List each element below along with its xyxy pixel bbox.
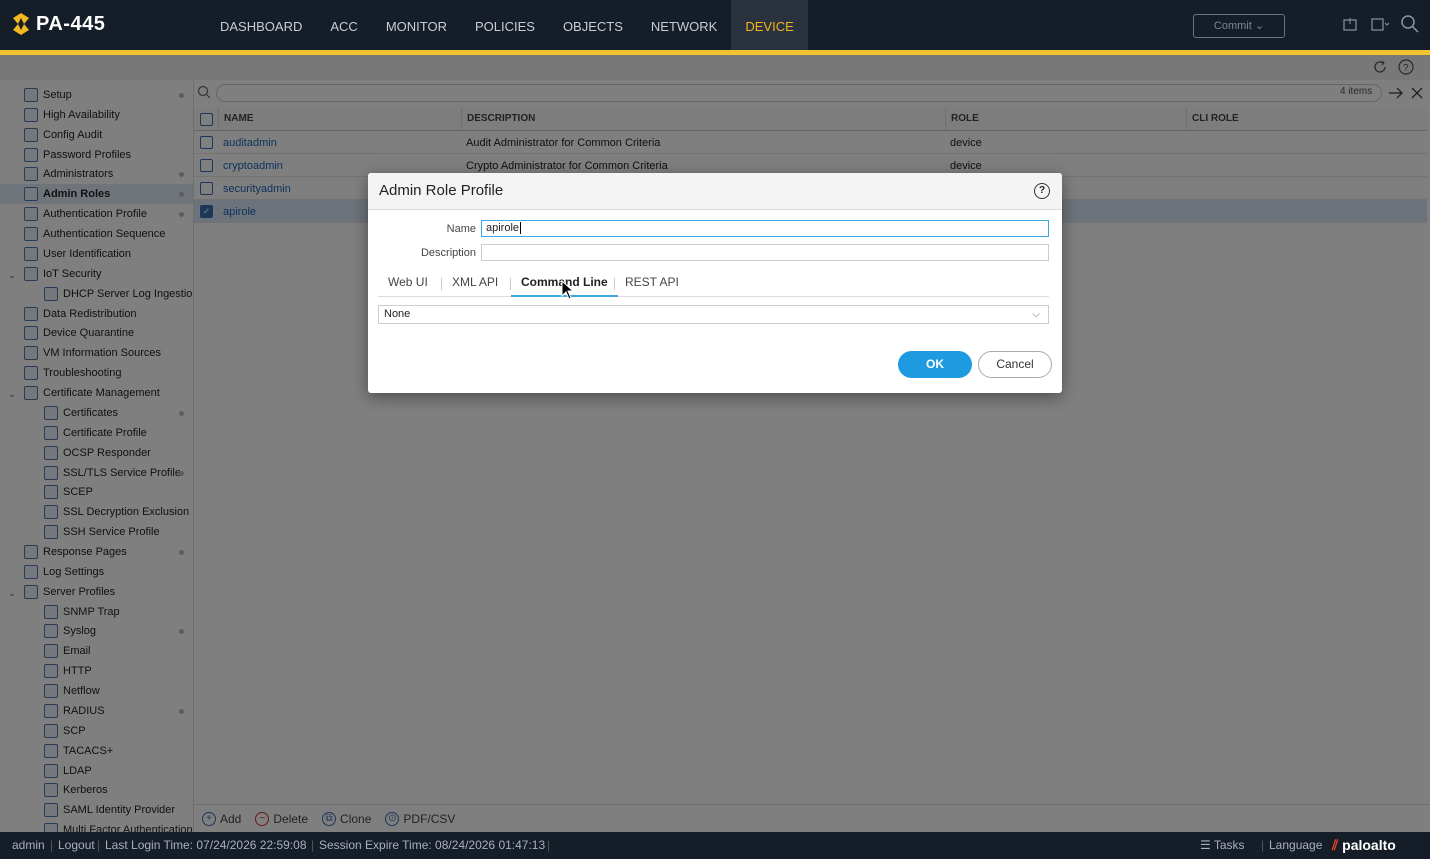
paloalto-logo-icon [13, 13, 29, 35]
main-nav: DASHBOARD ACC MONITOR POLICIES OBJECTS NETWOR… [206, 0, 808, 50]
nav-tab-objects[interactable]: OBJECTS [549, 0, 637, 50]
commit-button[interactable]: Commit ⌄ [1193, 14, 1285, 38]
brand-mark-icon: ⫽ [1332, 837, 1343, 853]
tab-xml-api[interactable]: XML API [452, 275, 498, 295]
tab-rest-api[interactable]: REST API [625, 275, 679, 295]
nav-tab-monitor[interactable]: MONITOR [372, 0, 461, 50]
modal-backdrop [0, 55, 1430, 832]
nav-tab-policies[interactable]: POLICIES [461, 0, 549, 50]
search-icon[interactable] [1400, 14, 1420, 34]
dialog-title: Admin Role Profile [379, 182, 504, 199]
language-link[interactable]: Language [1269, 832, 1322, 859]
description-input[interactable] [481, 244, 1049, 261]
chevron-down-icon: ⌵ [1032, 309, 1040, 320]
mouse-cursor-icon [561, 280, 575, 300]
top-nav-bar: PA-445 DASHBOARD ACC MONITOR POLICIES OBJECT… [0, 0, 1430, 50]
app-title: PA-445 [36, 12, 106, 35]
help-icon[interactable]: ? [1034, 183, 1050, 199]
app-logo: PA-445 [12, 12, 105, 36]
current-user: admin [12, 838, 45, 852]
nav-tab-dashboard[interactable]: DASHBOARD [206, 0, 316, 50]
permission-tabs: Web UI XML API Command Line REST API [378, 271, 1049, 297]
last-login-time: Last Login Time: 07/24/2026 22:59:08 [105, 838, 307, 852]
description-label: Description [420, 247, 476, 259]
logout-link[interactable]: Logout [58, 832, 95, 859]
admin-role-profile-dialog: Admin Role Profile ? Name apirole Descri… [368, 173, 1062, 393]
name-input[interactable]: apirole [481, 220, 1049, 237]
status-bar: admin | Logout | Last Login Time: 07/24/… [0, 832, 1430, 859]
tab-web-ui[interactable]: Web UI [388, 275, 428, 295]
name-label: Name [446, 223, 476, 235]
config-icon[interactable] [1370, 14, 1390, 34]
tasks-icon: ☰ [1200, 838, 1214, 852]
tasks-link[interactable]: ☰ Tasks [1200, 832, 1245, 859]
cli-role-select[interactable]: None ⌵ [378, 305, 1049, 324]
brand-logo: ⫽ paloalto [1332, 837, 1396, 853]
cancel-button[interactable]: Cancel [978, 351, 1052, 378]
session-expire-time: Session Expire Time: 08/24/2026 01:47:13 [319, 838, 546, 852]
nav-tab-device[interactable]: DEVICE [731, 0, 808, 50]
nav-tab-network[interactable]: NETWORK [637, 0, 731, 50]
dialog-header: Admin Role Profile ? [368, 173, 1062, 210]
ok-button[interactable]: OK [898, 351, 972, 378]
lock-icon[interactable] [1340, 14, 1360, 34]
nav-tab-acc[interactable]: ACC [316, 0, 371, 50]
